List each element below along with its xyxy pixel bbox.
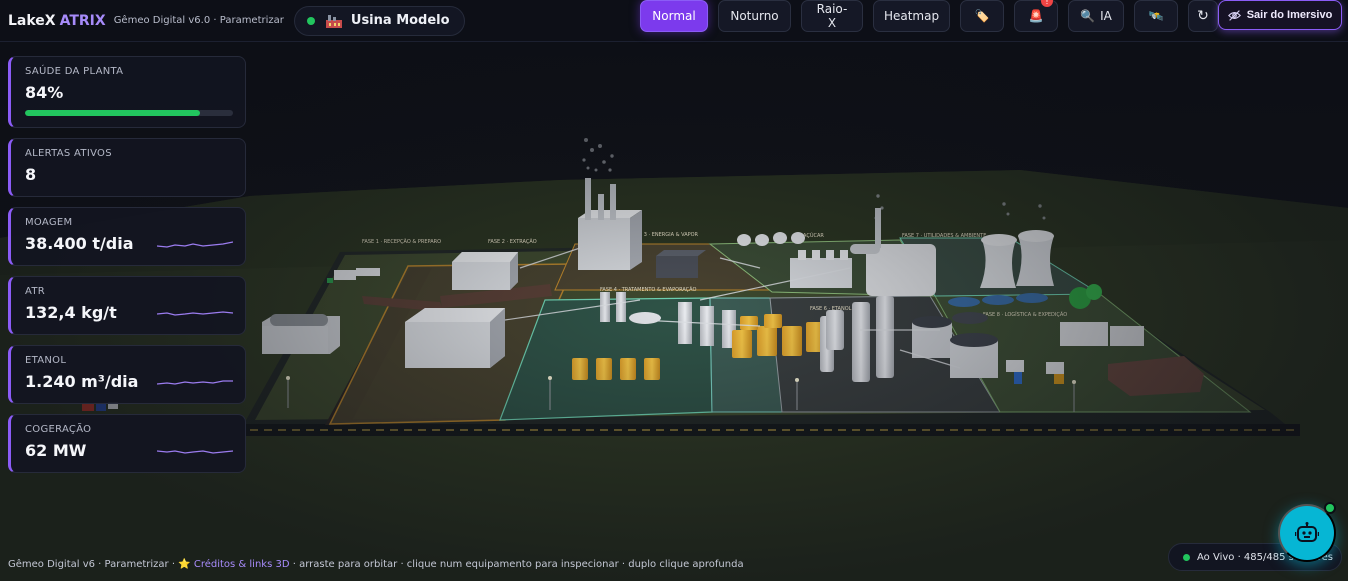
ia-label: IA — [1100, 9, 1112, 23]
phase-label-4: FASE 4 · TRATAMENTO & EVAPORAÇÃO — [600, 286, 696, 293]
brand-logo: LakeX ATRIX — [8, 13, 106, 29]
site-name: Usina Modelo — [350, 13, 450, 28]
alarm-badge: ! — [1041, 0, 1053, 7]
credits-link[interactable]: Créditos & links 3D — [194, 559, 290, 570]
health-progress-bar — [25, 110, 233, 116]
kpi-card-atr[interactable]: ATR 132,4 kg/t — [8, 276, 246, 335]
live-status-dot — [306, 16, 315, 25]
live-status-dot — [1183, 553, 1190, 561]
footer-instructions: · arraste para orbitar · clique num equi… — [292, 559, 744, 570]
kpi-value: 8 — [25, 165, 37, 184]
sparkline — [157, 380, 233, 385]
alarms-button[interactable]: 🚨 ! — [1014, 0, 1058, 32]
app-subtitle: Gêmeo Digital v6.0 · Parametrizar — [113, 15, 284, 26]
exit-immersive-button[interactable]: Sair do Imersivo — [1218, 0, 1342, 30]
ia-search-button[interactable]: 🔍 IA — [1068, 0, 1124, 32]
robot-icon — [1295, 522, 1319, 542]
view-heatmap-button[interactable]: Heatmap — [873, 0, 950, 32]
preparation-building[interactable] — [452, 252, 518, 290]
footer-hint: Gêmeo Digital v6 · Parametrizar · ⭐ Créd… — [8, 559, 744, 570]
view-noturno-button[interactable]: Noturno — [718, 0, 791, 32]
eye-off-icon — [1227, 9, 1241, 21]
kpi-card-cogeracao[interactable]: COGERAÇÃO 62 MW — [8, 414, 246, 473]
extraction-building[interactable] — [405, 308, 505, 368]
view-normal-button[interactable]: Normal — [640, 0, 708, 32]
brand-primary: LakeX — [8, 12, 56, 29]
star-icon: ⭐ — [178, 559, 191, 570]
sparkline — [157, 241, 233, 248]
kpi-panel: SAÚDE DA PLANTA 84% ALERTAS ATIVOS 8 MOA… — [8, 56, 246, 483]
kpi-label: MOAGEM — [25, 217, 73, 228]
search-icon: 🔍 — [1080, 9, 1096, 23]
kpi-card-health[interactable]: SAÚDE DA PLANTA 84% — [8, 56, 246, 128]
health-progress-fill — [25, 110, 200, 116]
kpi-label: ATR — [25, 286, 46, 297]
phase-label-8: FASE 8 · LOGÍSTICA & EXPEDIÇÃO — [983, 311, 1067, 318]
kpi-label: SAÚDE DA PLANTA — [25, 66, 124, 77]
sparkline — [157, 450, 233, 454]
tags-button[interactable]: 🏷️ — [960, 0, 1004, 32]
assistant-online-dot — [1324, 502, 1336, 514]
site-selector[interactable]: Usina Modelo — [293, 5, 465, 36]
phase-label-1: FASE 1 · RECEPÇÃO & PREPARO — [362, 238, 441, 245]
kpi-label: ALERTAS ATIVOS — [25, 148, 112, 159]
kpi-value: 84% — [25, 83, 64, 102]
refresh-button[interactable]: ↻ — [1188, 0, 1218, 32]
phase-label-5: AÇÚCAR — [803, 232, 824, 239]
refresh-icon: ↻ — [1197, 8, 1209, 24]
tag-icon: 🏷️ — [974, 9, 990, 23]
immersive-viewer: FASE 1 · RECEPÇÃO & PREPARO FASE 2 · EXT… — [0, 0, 1348, 581]
satellite-icon: 🛰️ — [1148, 9, 1164, 23]
sparkline — [157, 311, 233, 316]
view-raiox-button[interactable]: Raio-X — [801, 0, 863, 32]
alarm-icon: 🚨 — [1028, 9, 1044, 23]
kpi-label: COGERAÇÃO — [25, 424, 92, 435]
kpi-card-etanol[interactable]: ETANOL 1.240 m³/dia — [8, 345, 246, 404]
phase-label-7: FASE 7 · UTILIDADES & AMBIENTE — [902, 233, 986, 239]
brand-accent: ATRIX — [59, 12, 106, 29]
view-mode-toolbar: Normal Noturno Raio-X Heatmap 🏷️ 🚨 ! 🔍 I… — [640, 0, 1228, 32]
exit-immersive-label: Sair do Imersivo — [1246, 9, 1333, 21]
kpi-card-alerts[interactable]: ALERTAS ATIVOS 8 — [8, 138, 246, 197]
reception-unit[interactable] — [262, 314, 340, 354]
factory-icon — [325, 14, 342, 28]
kpi-label: ETANOL — [25, 355, 67, 366]
satellite-view-button[interactable]: 🛰️ — [1134, 0, 1178, 32]
footer-text: Gêmeo Digital v6 · Parametrizar · — [8, 559, 179, 570]
kpi-card-moagem[interactable]: MOAGEM 38.400 t/dia — [8, 207, 246, 266]
phase-label-2: FASE 2 · EXTRAÇÃO — [488, 238, 537, 245]
